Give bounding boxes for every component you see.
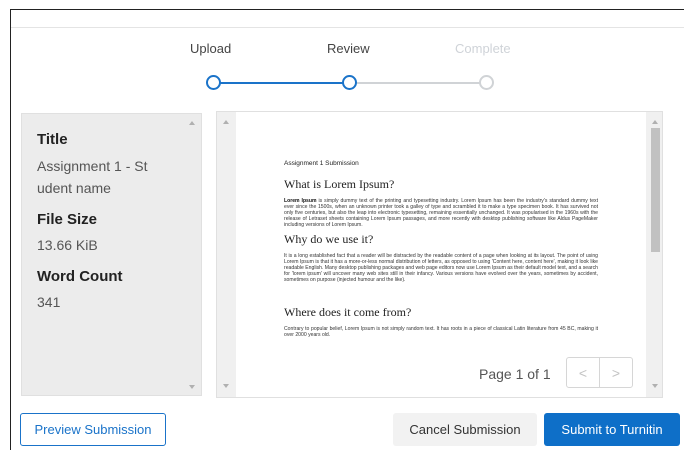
- preview-scroll-thumb[interactable]: [651, 128, 660, 252]
- document-heading: Where does it come from?: [284, 305, 412, 319]
- step-upload-label: Upload: [190, 41, 232, 56]
- document-text: is simply dummy text of the printing and…: [284, 198, 598, 228]
- page-indicator: Page 1 of 1: [479, 366, 551, 382]
- previous-page-button[interactable]: <: [566, 357, 600, 388]
- file-size-value: 13.66 KiB: [37, 237, 98, 253]
- chevron-left-icon: <: [578, 364, 588, 381]
- step-review-dot: [342, 75, 357, 90]
- step-complete-dot: [479, 75, 494, 90]
- step-review-label: Review: [327, 41, 370, 56]
- scroll-up-icon[interactable]: [189, 121, 195, 125]
- title-value-line-1: Assignment 1 - St: [37, 158, 148, 174]
- file-size-label: File Size: [37, 211, 98, 228]
- title-label: Title: [37, 131, 68, 148]
- details-scrollbar[interactable]: [183, 114, 201, 395]
- document-content: Assignment 1 Submission What is Lorem Ip…: [284, 160, 598, 338]
- scroll-down-icon[interactable]: [189, 385, 195, 389]
- preview-submission-button[interactable]: Preview Submission: [20, 413, 166, 446]
- word-count-value: 341: [37, 294, 61, 310]
- next-page-button[interactable]: >: [599, 357, 633, 388]
- document-caption: Assignment 1 Submission: [284, 160, 359, 167]
- word-count-label: Word Count: [37, 268, 123, 285]
- document-heading: What is Lorem Ipsum?: [284, 177, 395, 191]
- submit-to-turnitin-button[interactable]: Submit to Turnitin: [544, 413, 680, 446]
- title-value-line-2: udent name: [37, 180, 111, 196]
- step-complete-label: Complete: [455, 41, 511, 56]
- preview-left-scrollbar[interactable]: [219, 114, 233, 394]
- step-upload-dot: [206, 75, 221, 90]
- chevron-right-icon: >: [611, 364, 621, 381]
- scroll-up-icon[interactable]: [652, 120, 658, 124]
- document-paragraph: Contrary to popular belief, Lorem Ipsum …: [284, 326, 598, 338]
- dialog-header: [11, 10, 684, 27]
- step-connector-upload-review: [219, 82, 343, 84]
- scroll-down-icon[interactable]: [652, 384, 658, 388]
- cancel-submission-button[interactable]: Cancel Submission: [393, 413, 537, 446]
- document-heading: Why do we use it?: [284, 232, 374, 246]
- scroll-down-icon[interactable]: [223, 384, 229, 388]
- document-paragraph: Lorem Ipsum is simply dummy text of the …: [284, 198, 598, 228]
- header-divider: [11, 27, 684, 28]
- scroll-up-icon[interactable]: [223, 120, 229, 124]
- step-connector-review-complete: [357, 82, 480, 84]
- document-paragraph: It is a long established fact that a rea…: [284, 253, 598, 283]
